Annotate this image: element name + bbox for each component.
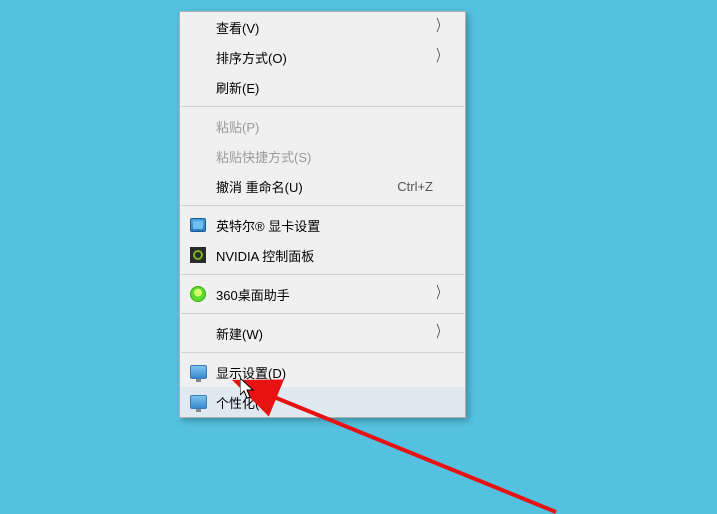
chevron-right-icon: 〉 — [436, 286, 446, 302]
chevron-right-icon: 〉 — [436, 325, 446, 341]
menu-item-sort[interactable]: 排序方式(O) 〉 — [180, 42, 465, 72]
menu-separator — [181, 352, 464, 353]
chevron-right-icon: 〉 — [436, 19, 446, 35]
menu-item-display-settings[interactable]: 显示设置(D) — [180, 357, 465, 387]
menu-separator — [181, 313, 464, 314]
personalize-icon — [189, 393, 207, 411]
menu-shortcut: Ctrl+Z — [397, 179, 451, 194]
menu-label: 360桌面助手 — [216, 285, 451, 304]
menu-label: 刷新(E) — [216, 78, 451, 97]
nvidia-icon — [189, 246, 207, 264]
menu-item-nvidia[interactable]: NVIDIA 控制面板 — [180, 240, 465, 270]
menu-label: 粘贴(P) — [216, 117, 451, 136]
menu-item-undo-rename[interactable]: 撤消 重命名(U) Ctrl+Z — [180, 171, 465, 201]
menu-separator — [181, 205, 464, 206]
monitor-icon — [189, 363, 207, 381]
menu-separator — [181, 106, 464, 107]
intel-graphics-icon — [189, 216, 207, 234]
menu-label: 英特尔® 显卡设置 — [216, 216, 451, 235]
desktop-context-menu: 查看(V) 〉 排序方式(O) 〉 刷新(E) 粘贴(P) 粘贴快捷方式(S) … — [179, 11, 466, 418]
menu-item-paste-shortcut: 粘贴快捷方式(S) — [180, 141, 465, 171]
menu-item-360-assistant[interactable]: 360桌面助手 〉 — [180, 279, 465, 309]
menu-item-intel-graphics[interactable]: 英特尔® 显卡设置 — [180, 210, 465, 240]
menu-label: NVIDIA 控制面板 — [216, 246, 451, 265]
menu-item-refresh[interactable]: 刷新(E) — [180, 72, 465, 102]
menu-label: 查看(V) — [216, 18, 451, 37]
menu-item-view[interactable]: 查看(V) 〉 — [180, 12, 465, 42]
menu-label: 粘贴快捷方式(S) — [216, 147, 451, 166]
menu-item-personalize[interactable]: 个性化(R) — [180, 387, 465, 417]
menu-item-paste: 粘贴(P) — [180, 111, 465, 141]
menu-item-new[interactable]: 新建(W) 〉 — [180, 318, 465, 348]
menu-label: 撤消 重命名(U) — [216, 177, 397, 196]
360-icon — [189, 285, 207, 303]
menu-label: 排序方式(O) — [216, 48, 451, 67]
menu-label: 个性化(R) — [216, 393, 451, 412]
chevron-right-icon: 〉 — [436, 49, 446, 65]
menu-separator — [181, 274, 464, 275]
menu-label: 显示设置(D) — [216, 363, 451, 382]
menu-label: 新建(W) — [216, 324, 451, 343]
